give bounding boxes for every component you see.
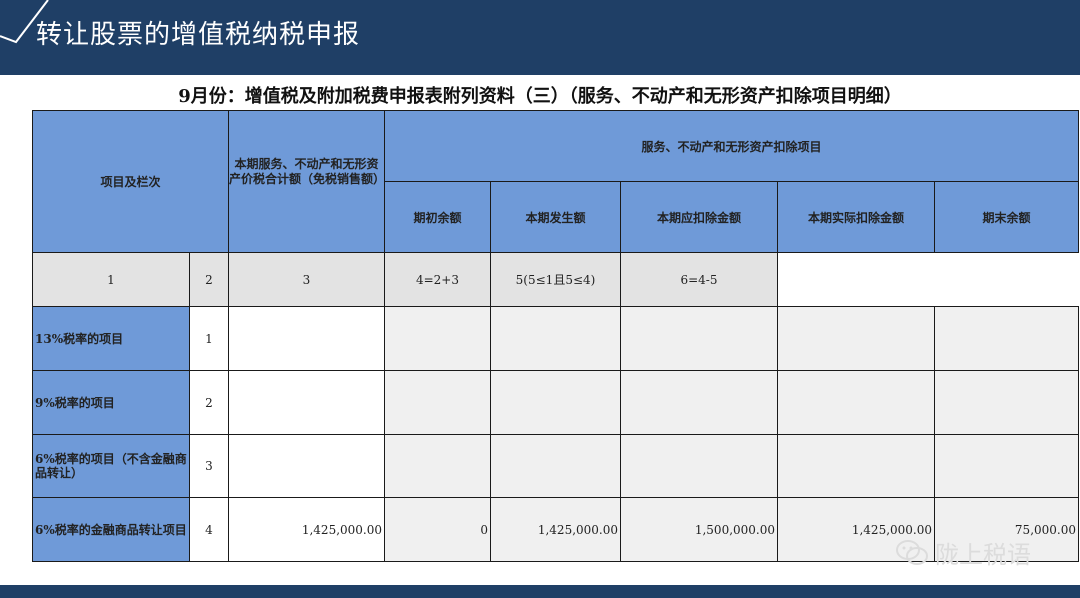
value-cell (777, 434, 935, 498)
table-row: 9%税率的项目 2 (32, 370, 1079, 435)
col-number-5: 5(5≤1且5≤4) (490, 252, 621, 307)
header-deductible-amount: 本期应扣除金额 (620, 181, 778, 253)
value-cell (934, 434, 1079, 498)
page-title: 转让股票的增值税纳税申报 (36, 20, 361, 50)
watermark-text: 陇上税语 (935, 541, 1031, 569)
table-title: 9月份：增值税及附加税费申报表附列资料（三）（服务、不动产和无形资产扣除项目明细… (178, 86, 902, 107)
col-number-3: 3 (228, 252, 385, 307)
row-label: 13%税率的项目 (32, 306, 190, 371)
header-current-amount: 本期发生额 (490, 181, 621, 253)
value-cell (490, 370, 621, 435)
footer-banner (0, 585, 1080, 598)
row-label: 6%税率的金融商品转让项目 (32, 497, 190, 562)
col-number-6: 6=4-5 (620, 252, 778, 307)
col-number-2: 2 (189, 252, 229, 307)
deduction-table: 项目及栏次 本期服务、不动产和无形资产价税合计额（免税销售额） 服务、不动产和无… (32, 110, 1079, 562)
value-cell (384, 370, 491, 435)
value-cell (384, 306, 491, 371)
value-cell: 0 (384, 497, 491, 562)
value-cell (777, 306, 935, 371)
title-banner: 转让股票的增值税纳税申报 (0, 0, 1080, 75)
value-cell (228, 306, 385, 371)
row-number: 2 (189, 370, 229, 435)
value-cell (934, 306, 1079, 371)
header-item-column: 项目及栏次 (32, 110, 229, 253)
wechat-icon (896, 539, 928, 565)
value-cell (490, 306, 621, 371)
value-cell (384, 434, 491, 498)
table-row: 13%税率的项目 1 (32, 306, 1079, 371)
header-total-column: 本期服务、不动产和无形资产价税合计额（免税销售额） (228, 110, 385, 253)
row-number: 1 (189, 306, 229, 371)
row-label: 6%税率的项目（不含金融商品转让） (32, 434, 190, 498)
row-number: 4 (189, 497, 229, 562)
value-cell (934, 370, 1079, 435)
header-deduction-group: 服务、不动产和无形资产扣除项目 (384, 110, 1079, 182)
value-cell: 1,425,000.00 (228, 497, 385, 562)
value-cell (228, 370, 385, 435)
value-cell: 1,500,000.00 (620, 497, 778, 562)
header-closing-balance: 期末余额 (934, 181, 1079, 253)
row-number: 3 (189, 434, 229, 498)
value-cell (490, 434, 621, 498)
value-cell (620, 370, 778, 435)
header-actual-deduction: 本期实际扣除金额 (777, 181, 935, 253)
watermark: 陇上税语 (895, 535, 1031, 570)
value-cell: 1,425,000.00 (490, 497, 621, 562)
row-label: 9%税率的项目 (32, 370, 190, 435)
value-cell (777, 370, 935, 435)
col-number-4: 4=2+3 (384, 252, 491, 307)
header-opening-balance: 期初余额 (384, 181, 491, 253)
table-row: 6%税率的项目（不含金融商品转让） 3 (32, 434, 1079, 498)
value-cell (228, 434, 385, 498)
col-number-1: 1 (32, 252, 190, 307)
value-cell (620, 306, 778, 371)
value-cell (620, 434, 778, 498)
